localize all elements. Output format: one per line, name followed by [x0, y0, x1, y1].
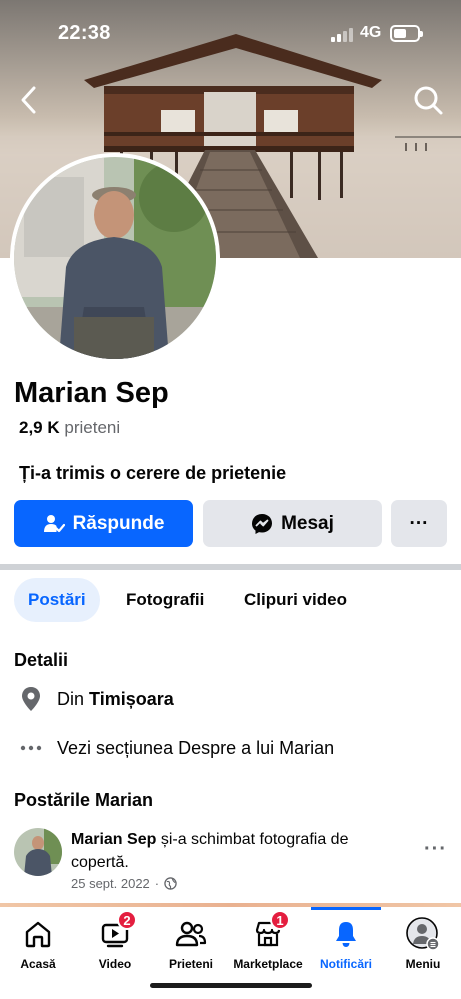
marketplace-badge: 1 — [270, 910, 290, 930]
status-time: 22:38 — [58, 22, 111, 44]
message-label: Mesaj — [281, 512, 334, 534]
friends-count-link[interactable]: 2,9 K prieteni — [19, 418, 120, 438]
bell-icon — [328, 918, 364, 950]
home-indicator — [150, 983, 312, 988]
nav-item-video[interactable]: 2 Video — [75, 910, 155, 978]
nav-item-notifications[interactable]: Notificări — [306, 918, 386, 978]
post-author[interactable]: Marian Sep — [71, 831, 156, 848]
details-city-row: Din Timișoara — [18, 686, 174, 712]
chevron-left-icon — [21, 86, 36, 114]
search-button[interactable] — [412, 84, 444, 116]
about-link-label: Vezi secțiunea Despre a lui Marian — [57, 737, 335, 758]
network-type: 4G — [360, 24, 382, 41]
tab-posts[interactable]: Postări — [14, 578, 100, 622]
status-bar: 22:38 4G — [0, 0, 461, 66]
more-dots-icon: ··· — [409, 512, 429, 534]
post-meta: 25 sept. 2022 · — [71, 876, 177, 891]
posts-title: Postările Marian — [14, 790, 154, 810]
post-date[interactable]: 25 sept. 2022 — [71, 876, 150, 891]
about-link-row[interactable]: Vezi secțiunea Despre a lui Marian — [18, 735, 334, 761]
nav-label-marketplace: Marketplace — [233, 957, 303, 971]
nav-separator — [0, 903, 461, 907]
city-prefix: Din — [57, 688, 85, 709]
search-icon — [414, 86, 443, 115]
city-name[interactable]: Timișoara — [89, 689, 174, 710]
nav-item-home[interactable]: Acasă — [0, 918, 78, 978]
nav-item-menu[interactable]: Meniu — [383, 917, 461, 978]
avatar — [14, 157, 216, 359]
meta-separator: · — [154, 876, 160, 891]
profile-tabs: Postări Fotografii Clipuri video — [0, 578, 461, 622]
nav-label-video: Video — [98, 957, 132, 971]
friends-icon — [173, 918, 209, 950]
ellipsis-icon — [18, 735, 44, 761]
section-divider — [0, 564, 461, 570]
post-author-avatar[interactable] — [14, 828, 62, 876]
video-badge: 2 — [117, 910, 137, 930]
nav-label-notifications: Notificări — [319, 957, 372, 971]
message-button[interactable]: Mesaj — [203, 500, 382, 547]
details-title: Detalii — [14, 650, 69, 670]
post-text: Marian Sep și-a schimbat fotografia de c… — [71, 828, 391, 874]
battery-icon — [390, 25, 423, 42]
respond-button[interactable]: Răspunde — [14, 500, 193, 547]
nav-item-friends[interactable]: Prieteni — [151, 918, 231, 978]
friends-label: prieteni — [64, 418, 121, 437]
back-button[interactable] — [14, 82, 44, 118]
signal-strength-icon — [331, 28, 353, 42]
nav-label-friends: Prieteni — [168, 957, 213, 971]
more-options-button[interactable]: ··· — [391, 500, 447, 547]
messenger-icon — [252, 513, 273, 534]
friends-count: 2,9 K — [19, 418, 60, 437]
nav-item-marketplace[interactable]: 1 Marketplace — [228, 910, 308, 978]
respond-label: Răspunde — [72, 512, 165, 534]
nav-label-menu: Meniu — [405, 957, 441, 971]
tab-photos[interactable]: Fotografii — [126, 578, 204, 622]
video-icon: 2 — [97, 910, 137, 950]
friend-request-notice: Ți-a trimis o cerere de prietenie — [19, 463, 287, 483]
menu-avatar-icon — [405, 917, 441, 951]
post-item[interactable]: Marian Sep și-a schimbat fotografia de c… — [14, 828, 447, 894]
person-check-icon — [43, 514, 65, 532]
post-more-button[interactable]: ··· — [424, 838, 447, 861]
profile-picture[interactable] — [10, 153, 220, 363]
tab-videos[interactable]: Clipuri video — [244, 578, 347, 622]
location-pin-icon — [18, 686, 44, 712]
nav-label-home: Acasă — [20, 957, 56, 971]
marketplace-icon: 1 — [250, 910, 290, 950]
home-icon — [20, 918, 56, 950]
profile-name: Marian Sep — [14, 377, 169, 409]
globe-icon — [164, 877, 177, 890]
